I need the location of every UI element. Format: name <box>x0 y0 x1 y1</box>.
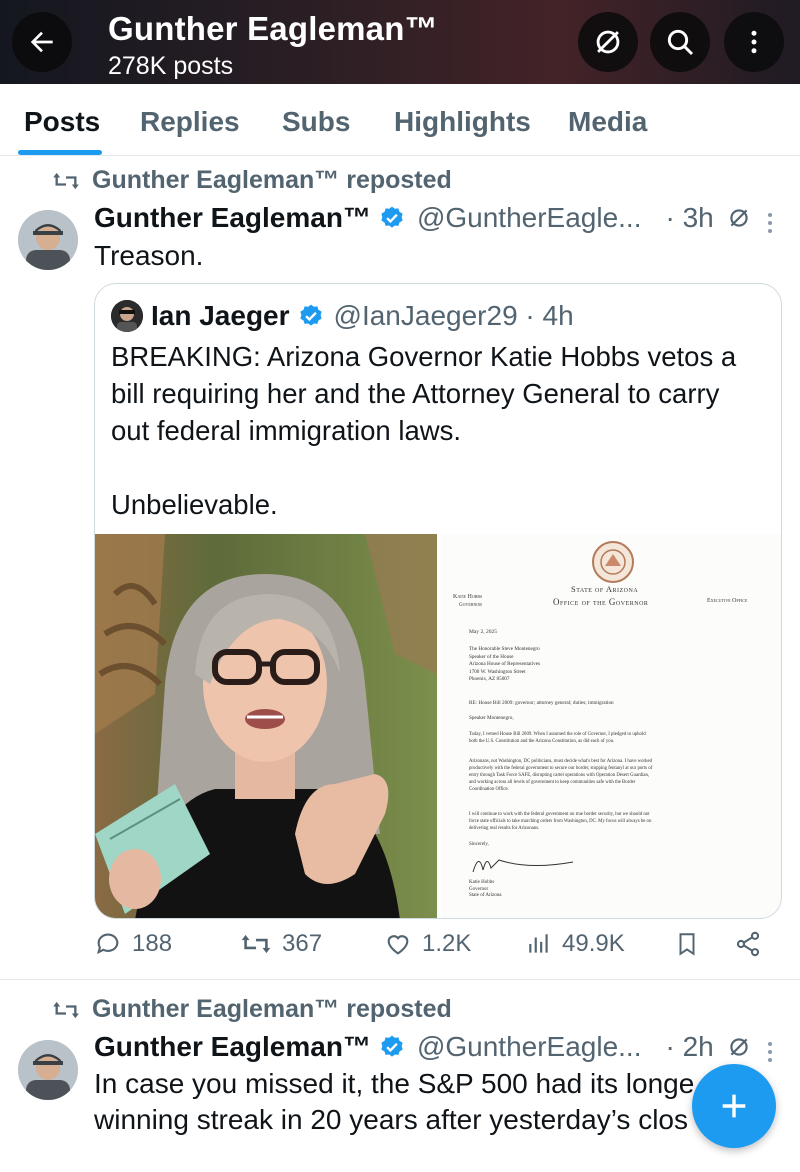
doc-salutation: Speaker Montenegro, <box>469 715 514 721</box>
arizona-seal <box>592 541 634 583</box>
share-icon <box>736 931 760 957</box>
avatar[interactable] <box>18 210 78 270</box>
like-count: 1.2K <box>422 930 472 957</box>
avatar[interactable] <box>18 1040 78 1100</box>
doc-address: The Honorable Steve Montenegro Speaker o… <box>469 646 541 682</box>
doc-paragraph-3: I will continue to work with the federal… <box>469 812 652 831</box>
verified-badge-icon <box>381 1035 403 1057</box>
repost-button[interactable]: 367 <box>240 930 322 958</box>
repost-icon <box>53 172 79 189</box>
profile-header: Gunther Eagleman™ 278K posts <box>0 0 800 84</box>
search-button[interactable] <box>650 12 710 72</box>
tab-replies[interactable]: Replies <box>140 106 240 138</box>
reply-count: 188 <box>132 930 173 957</box>
quoted-post-text: BREAKING: Arizona Governor Katie Hobbs v… <box>111 338 736 523</box>
quoted-photo[interactable] <box>95 534 437 918</box>
bookmark-icon <box>679 933 695 956</box>
verified-badge-icon <box>381 206 403 228</box>
verified-badge-icon <box>299 304 322 326</box>
doc-left-title: Governor <box>459 603 482 608</box>
notifications-off-icon <box>596 30 620 54</box>
like-icon <box>387 935 409 955</box>
tab-media[interactable]: Media <box>568 106 647 138</box>
reply-button[interactable]: 188 <box>94 930 172 958</box>
quoted-avatar <box>111 300 143 332</box>
veto-letter-image[interactable]: State of Arizona Office of the Governor … <box>441 534 781 918</box>
quoted-post-header: Ian Jaeger @IanJaeger29 · 4h <box>111 300 574 332</box>
signature <box>472 859 574 873</box>
post-actions: 188 367 1.2K 49.9K <box>94 930 784 970</box>
tab-highlights[interactable]: Highlights <box>394 106 531 138</box>
repost-indicator: Gunther Eagleman™ reposted <box>52 166 452 195</box>
bookmark-button[interactable] <box>674 930 700 958</box>
author-handle[interactable]: @GuntherEagle... <box>417 202 642 234</box>
tab-subs[interactable]: Subs <box>282 106 350 138</box>
quoted-line: BREAKING: Arizona Governor Katie Hobbs v… <box>111 341 737 372</box>
back-button[interactable] <box>12 12 72 72</box>
repost-label: Gunther Eagleman™ reposted <box>92 166 452 194</box>
doc-paragraph-1: Today, I vetoed House Bill 2009. When I … <box>469 732 646 744</box>
notifications-off-icon <box>730 1038 748 1056</box>
active-tab-indicator <box>18 150 102 155</box>
post-header: Gunther Eagleman™ @GuntherEagle... · 2h <box>94 1031 752 1063</box>
post-time[interactable]: · 2h <box>665 1031 713 1063</box>
profile-name: Gunther Eagleman™ <box>108 10 438 47</box>
doc-signature-block: Katie Hobbs Governor State of Arizona <box>469 880 502 898</box>
views-icon <box>529 934 548 953</box>
doc-date: May 2, 2025 <box>469 629 497 635</box>
tab-posts[interactable]: Posts <box>24 106 100 138</box>
post-count: 278K posts <box>108 52 234 80</box>
header-title: Gunther Eagleman™ 278K posts <box>108 10 438 81</box>
quoted-post[interactable]: Ian Jaeger @IanJaeger29 · 4h BREAKING: A… <box>94 283 782 919</box>
more-options-button[interactable] <box>724 12 784 72</box>
quoted-line: Unbelievable. <box>111 489 278 520</box>
doc-left-name: Katie Hobbs <box>453 594 483 600</box>
doc-closing: Sincerely, <box>469 842 489 847</box>
governor-photo <box>95 534 437 918</box>
doc-re: RE: House Bill 2009: governor; attorney … <box>469 700 614 706</box>
views-button[interactable]: 49.9K <box>526 930 625 958</box>
post-more-button[interactable] <box>764 1042 776 1062</box>
post-text-line: winning streak in 20 years after yesterd… <box>94 1104 688 1135</box>
notifications-off-icon <box>730 209 748 227</box>
post-text: Treason. <box>94 240 204 271</box>
view-count: 49.9K <box>562 930 625 957</box>
doc-paragraph-2: Arizonans, not Washington, DC politician… <box>469 759 653 792</box>
reply-icon <box>97 933 119 955</box>
post-text: In case you missed it, the S&P 500 had i… <box>94 1066 694 1138</box>
search-icon <box>667 29 694 56</box>
repost-indicator: Gunther Eagleman™ reposted <box>52 995 452 1024</box>
share-button[interactable] <box>734 930 762 958</box>
author-name[interactable]: Gunther Eagleman™ <box>94 202 371 234</box>
repost-icon <box>53 1001 79 1018</box>
post-more-button[interactable] <box>764 213 776 233</box>
quoted-avatar-image <box>111 300 143 332</box>
profile-tabs: Posts Replies Subs Highlights Media <box>0 84 800 156</box>
more-vertical-icon <box>751 30 757 54</box>
avatar-image <box>18 210 78 270</box>
post-header: Gunther Eagleman™ @GuntherEagle... · 3h <box>94 202 752 234</box>
plus-icon <box>722 1094 746 1118</box>
repost-count: 367 <box>282 930 323 957</box>
author-name[interactable]: Gunther Eagleman™ <box>94 1031 371 1063</box>
quoted-author-name: Ian Jaeger <box>151 300 290 331</box>
quoted-line <box>111 449 736 486</box>
back-arrow-icon <box>30 31 53 53</box>
repost-label: Gunther Eagleman™ reposted <box>92 995 452 1023</box>
quoted-line: bill requiring her and the Attorney Gene… <box>111 378 720 409</box>
notifications-button[interactable] <box>578 12 638 72</box>
compose-button[interactable] <box>692 1064 776 1148</box>
avatar-image <box>18 1040 78 1100</box>
repost-icon <box>241 934 271 954</box>
post-text-line: In case you missed it, the S&P 500 had i… <box>94 1068 695 1099</box>
doc-right: Executive Office <box>707 598 748 604</box>
post-time[interactable]: · 3h <box>665 202 713 234</box>
author-handle[interactable]: @GuntherEagle... <box>417 1031 642 1063</box>
like-button[interactable]: 1.2K <box>384 930 471 958</box>
post-divider <box>0 979 800 980</box>
doc-state: State of Arizona <box>571 584 639 594</box>
doc-office: Office of the Governor <box>553 597 649 607</box>
quoted-line: out federal immigration laws. <box>111 415 462 446</box>
quoted-author-handle: @IanJaeger29 · 4h <box>333 300 574 331</box>
